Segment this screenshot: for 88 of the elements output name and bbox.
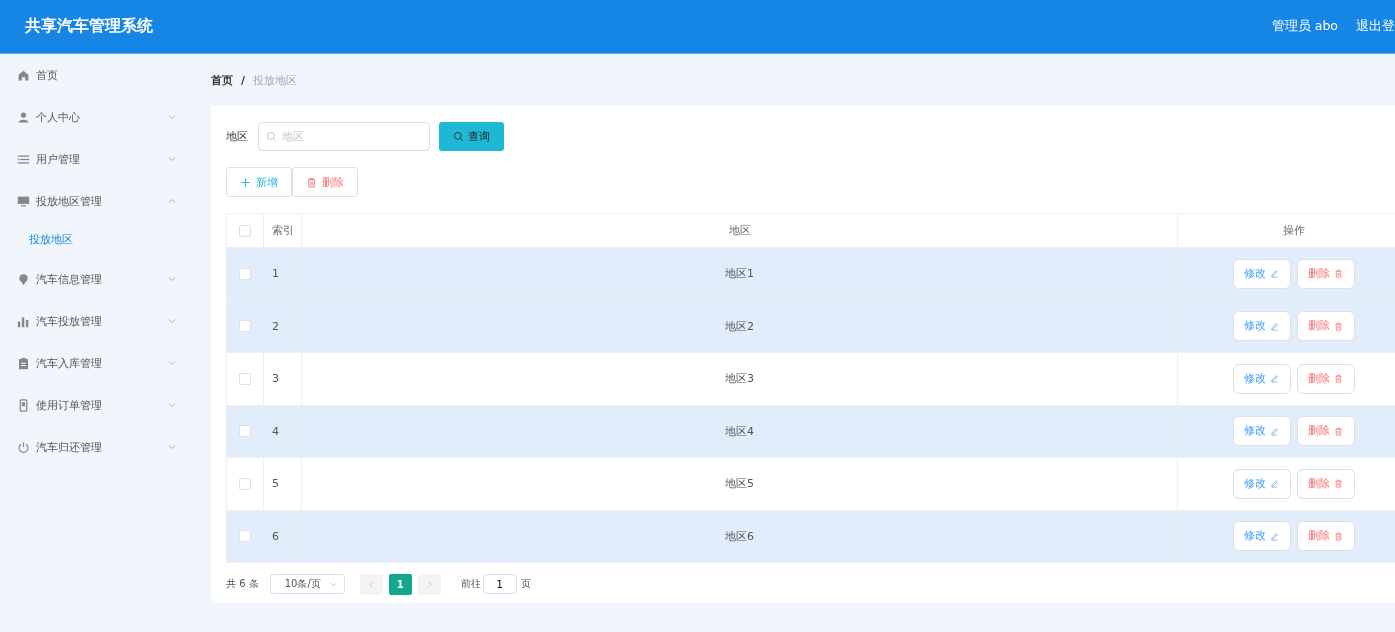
submenu-item[interactable]: 投放地区	[0, 222, 193, 258]
user-icon	[17, 110, 30, 124]
edit-button[interactable]: 修改	[1232, 521, 1291, 552]
menu-item[interactable]: 投放地区管理	[0, 180, 193, 222]
trash-icon	[1334, 269, 1343, 279]
total-count: 共 6 条	[226, 577, 259, 591]
user-label: 管理员 abo	[1271, 18, 1338, 35]
field-label: 地区	[226, 128, 248, 144]
page-size-select[interactable]: 10条/页	[269, 574, 345, 594]
column-header: 地区	[728, 223, 751, 238]
home-icon	[17, 68, 30, 82]
table-cell: 3	[272, 372, 279, 386]
menu-item[interactable]: 个人中心	[0, 96, 193, 138]
checkbox[interactable]	[239, 372, 251, 385]
pencil-icon	[1270, 426, 1279, 436]
menu-item[interactable]: 使用订单管理	[0, 384, 193, 426]
table-cell: 1	[272, 267, 279, 281]
pin-icon	[17, 272, 30, 286]
table-cell: 5	[272, 477, 279, 491]
column-header: 操作	[1282, 223, 1305, 238]
breadcrumb-item[interactable]: 首页	[211, 72, 233, 88]
delete-button[interactable]: 删除	[1296, 311, 1355, 342]
table-cell: 地区1	[725, 266, 754, 282]
table-cell: 地区6	[725, 528, 754, 544]
trash-icon	[1334, 321, 1343, 331]
trash-icon	[1334, 479, 1343, 489]
trash-icon	[1334, 426, 1343, 436]
menu-item[interactable]: 用户管理	[0, 138, 193, 180]
menu-item[interactable]: 汽车信息管理	[0, 258, 193, 300]
bar-chart-icon	[17, 314, 30, 328]
list-icon	[17, 152, 30, 166]
delete-button[interactable]: 删除	[1296, 468, 1355, 499]
checkbox[interactable]	[239, 224, 251, 237]
pencil-icon	[1270, 374, 1279, 384]
power-icon	[17, 440, 30, 454]
table-cell: 4	[272, 424, 279, 438]
delete-button[interactable]: 删除	[292, 167, 358, 197]
table-cell: 地区5	[725, 476, 754, 492]
edit-button[interactable]: 修改	[1232, 258, 1291, 289]
trash-icon	[1334, 374, 1343, 384]
checkbox[interactable]	[239, 425, 251, 438]
previous-page-button[interactable]	[359, 573, 383, 595]
table-cell: 地区4	[725, 423, 754, 439]
delete-button[interactable]: 删除	[1296, 521, 1355, 552]
page-input[interactable]: 1	[482, 574, 517, 594]
delete-button[interactable]: 删除	[1296, 258, 1355, 289]
chevron-left-icon	[366, 579, 376, 589]
pencil-icon	[1270, 269, 1279, 279]
menu-item[interactable]: 汽车归还管理	[0, 426, 193, 468]
menu-item[interactable]: 汽车入库管理	[0, 342, 193, 384]
column-header: 索引	[272, 223, 294, 238]
plus-icon	[240, 176, 251, 188]
edit-button[interactable]: 修改	[1232, 311, 1291, 342]
pencil-icon	[1270, 321, 1279, 331]
menu-item[interactable]: 首页	[0, 54, 193, 96]
search-button[interactable]: 查询	[439, 121, 504, 151]
trash-icon	[1334, 531, 1343, 541]
next-page-button[interactable]	[417, 573, 441, 595]
logout-link[interactable]: 退出登	[1356, 18, 1395, 35]
edit-button[interactable]: 修改	[1232, 468, 1291, 499]
search-icon	[266, 130, 277, 142]
edit-button[interactable]: 修改	[1232, 416, 1291, 447]
delete-button[interactable]: 删除	[1296, 363, 1355, 394]
goto-label: 前往	[460, 577, 481, 591]
table-cell: 6	[272, 529, 279, 543]
delete-button[interactable]: 删除	[1296, 416, 1355, 447]
table-cell: 地区2	[725, 318, 754, 334]
checkbox[interactable]	[239, 530, 251, 543]
breadcrumb-item: 投放地区	[253, 72, 298, 88]
pencil-icon	[1270, 531, 1279, 541]
table-cell: 地区3	[725, 371, 754, 387]
checkbox[interactable]	[239, 477, 251, 490]
clipboard-icon	[17, 356, 30, 370]
search-icon	[453, 130, 464, 142]
breadcrumb-separator: /	[241, 73, 246, 87]
add-button[interactable]: 新增	[226, 167, 292, 197]
page-button[interactable]: 1	[388, 573, 412, 595]
menu-item[interactable]: 汽车投放管理	[0, 300, 193, 342]
phone-icon	[17, 398, 30, 412]
monitor-icon	[17, 194, 30, 208]
checkbox[interactable]	[239, 267, 251, 280]
trash-icon	[306, 176, 317, 188]
page-unit-label: 页	[520, 577, 531, 591]
checkbox[interactable]	[239, 320, 251, 333]
pencil-icon	[1270, 479, 1279, 489]
edit-button[interactable]: 修改	[1232, 363, 1291, 394]
app-title: 共享汽车管理系统	[25, 16, 153, 37]
table-cell: 2	[272, 319, 279, 333]
